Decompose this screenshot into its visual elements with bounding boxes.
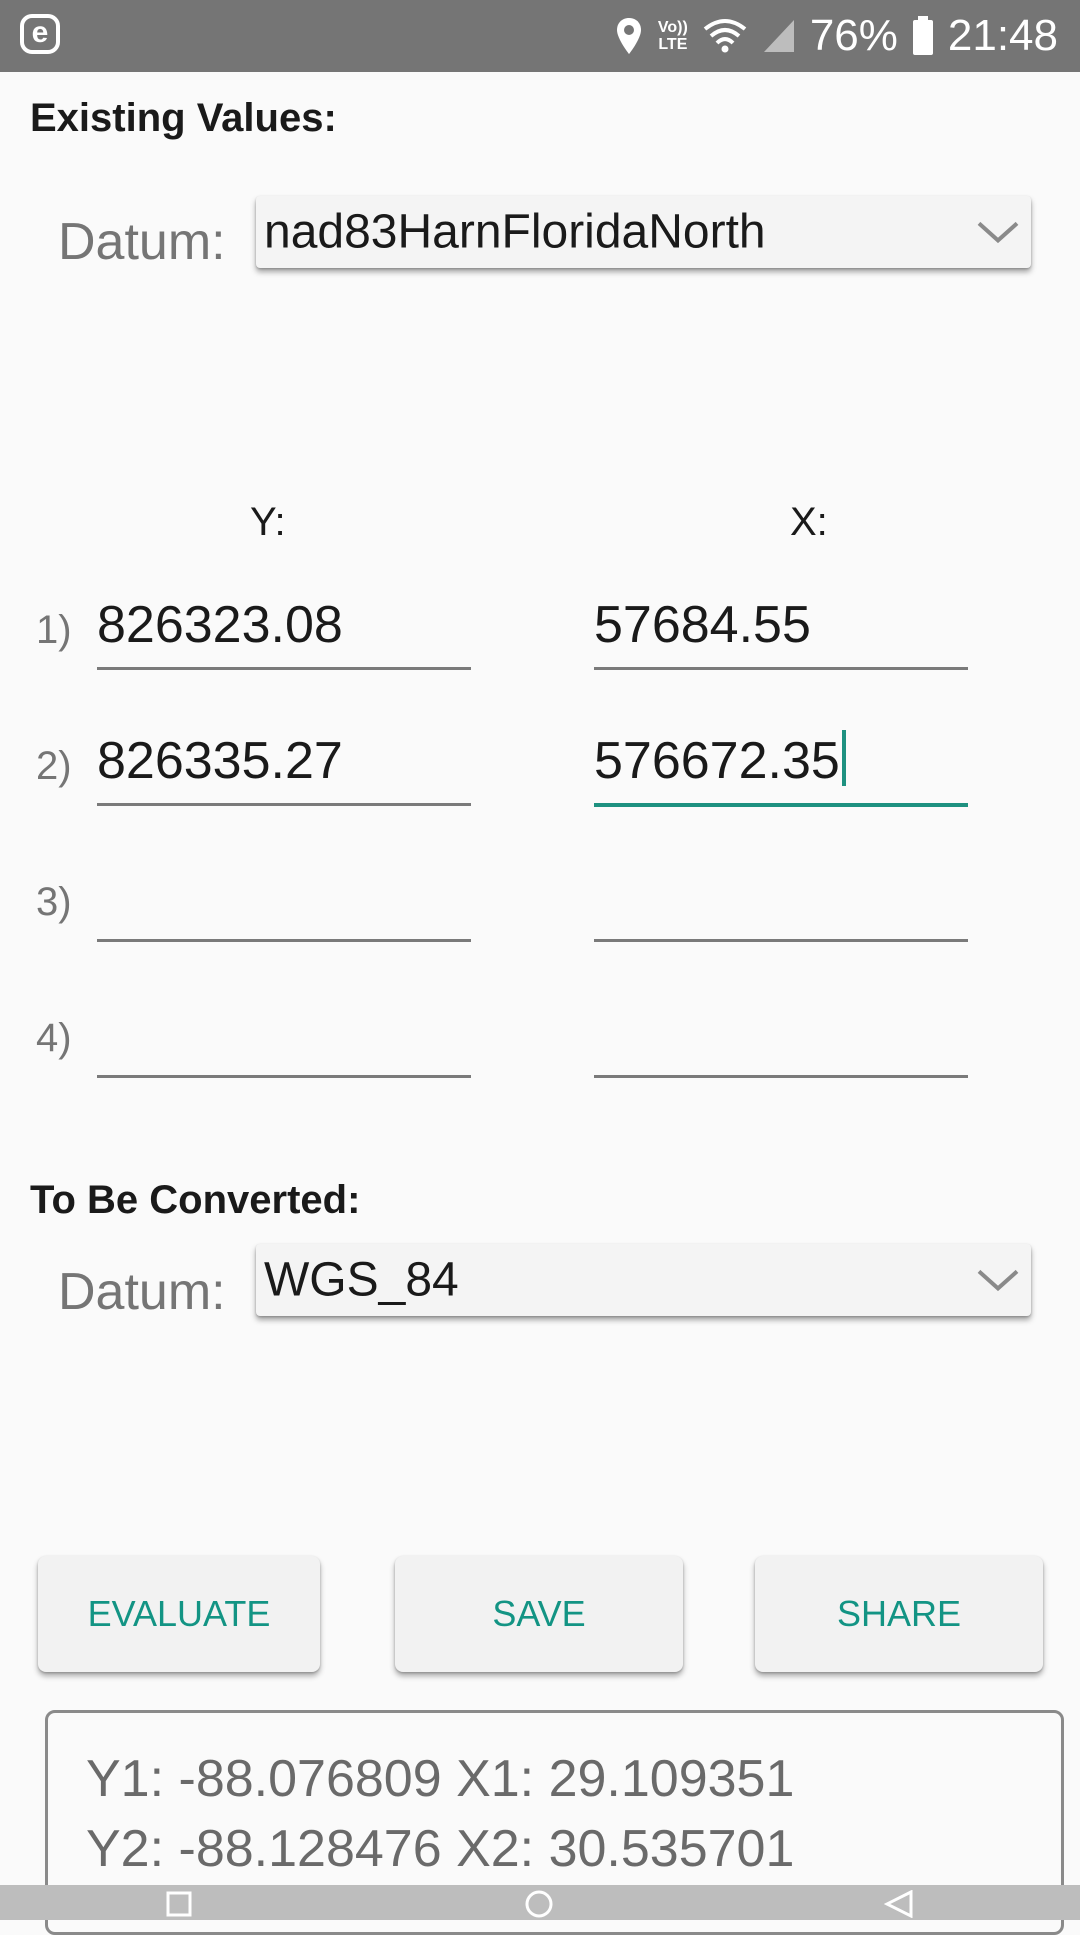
status-icons: Vo)) LTE 76% 21:48 [614,6,1058,66]
existing-datum-label: Datum: [58,213,226,271]
back-icon[interactable] [883,1889,914,1923]
x2-value: 576672.35 [594,732,840,790]
y2-value: 826335.27 [97,732,343,790]
status-bar: e Vo)) LTE 76% 21:48 [0,0,1080,72]
x-column-header: X: [790,500,828,544]
text-cursor [841,730,846,786]
location-icon [614,16,644,56]
y1-value: 826323.08 [97,596,343,654]
y3-input[interactable] [97,862,471,942]
chevron-down-icon [977,1268,1019,1297]
battery-icon [912,16,934,56]
to-be-converted-title: To Be Converted: [30,1178,361,1222]
evaluate-button[interactable]: EVALUATE [38,1556,320,1672]
row-label: 2) [36,744,72,788]
row-label: 3) [36,880,72,924]
existing-datum-value: nad83HarnFloridaNorth [264,205,766,259]
x1-input[interactable]: 57684.55 [594,590,968,670]
battery-percent: 76% [809,11,898,60]
y2-input[interactable]: 826335.27 [97,726,471,806]
y1-input[interactable]: 826323.08 [97,590,471,670]
y4-input[interactable] [97,998,471,1078]
result-line-2: Y2: -88.128476 X2: 30.535701 [86,1820,795,1878]
result-line-1: Y1: -88.076809 X1: 29.109351 [86,1750,795,1808]
save-button[interactable]: SAVE [395,1556,683,1672]
volte-icon: Vo)) LTE [657,19,688,53]
x1-value: 57684.55 [594,596,811,654]
y-column-header: Y: [250,500,286,544]
convert-datum-spinner[interactable]: WGS_84 [256,1244,1031,1316]
convert-datum-value: WGS_84 [264,1253,459,1307]
convert-datum-label: Datum: [58,1263,226,1321]
clock: 21:48 [947,11,1058,60]
home-icon[interactable] [524,1889,554,1924]
wifi-icon [702,17,748,55]
share-button[interactable]: SHARE [755,1556,1043,1672]
row-label: 1) [36,608,72,652]
signal-icon [762,18,796,54]
existing-values-title: Existing Values: [30,96,337,140]
row-label: 4) [36,1016,72,1060]
navigation-bar [0,1885,1080,1920]
app-notification-icon: e [20,14,60,54]
x4-input[interactable] [594,998,968,1078]
x3-input[interactable] [594,862,968,942]
recent-apps-icon[interactable] [166,1891,192,1922]
existing-datum-spinner[interactable]: nad83HarnFloridaNorth [256,196,1031,268]
x2-input[interactable]: 576672.35 [594,727,968,807]
chevron-down-icon [977,220,1019,249]
